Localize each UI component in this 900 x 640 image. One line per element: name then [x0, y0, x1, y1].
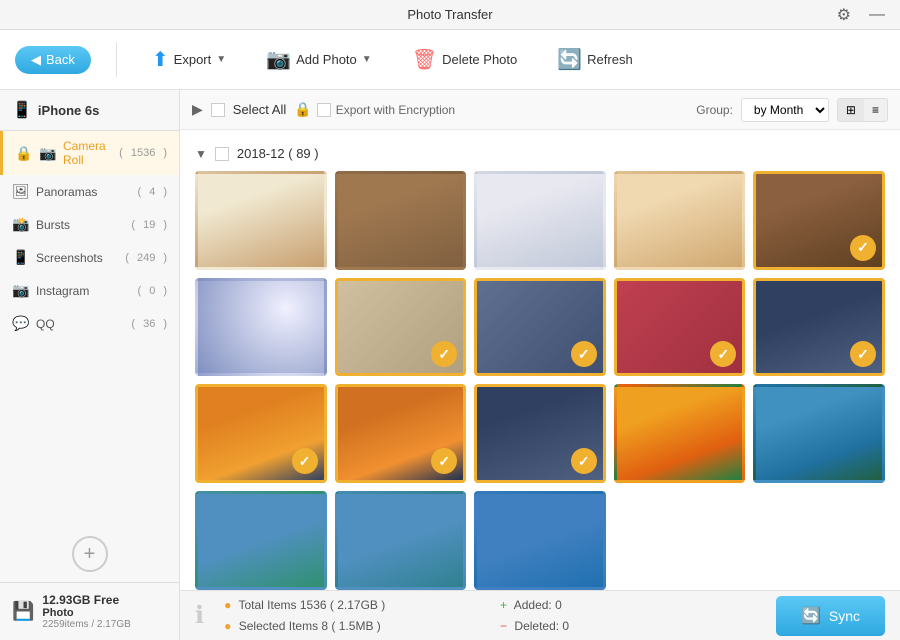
export-icon: ⬆	[152, 47, 169, 72]
toolbar: ◀ Back ⬆ Export ▼ 📷 Add Photo ▼ 🗑 Delete…	[0, 30, 900, 90]
device-icon: 📱	[12, 100, 32, 120]
add-photo-button[interactable]: 📷 Add Photo ▼	[256, 42, 382, 77]
total-dot: ●	[224, 598, 231, 612]
export-button[interactable]: ⬆ Export ▼	[142, 42, 236, 77]
photo-cell-12[interactable]: ✓	[335, 384, 467, 483]
photo-cell-5[interactable]: ✓	[753, 171, 885, 270]
photo-cell-18[interactable]	[474, 491, 606, 590]
photo-area: ▶ Select All 🔒 Export with Encryption Gr…	[180, 90, 900, 640]
photo-check-7: ✓	[431, 341, 457, 367]
selected-dot: ●	[224, 619, 231, 633]
collapse-button[interactable]: ▶	[192, 101, 203, 118]
added-dot: +	[500, 598, 507, 612]
photo-cell-6[interactable]	[195, 278, 327, 377]
qq-icon: 💬	[12, 315, 28, 332]
photo-cell-17[interactable]	[335, 491, 467, 590]
device-name: 📱 iPhone 6s	[0, 90, 179, 131]
group-title: 2018-12 ( 89 )	[237, 146, 319, 161]
app-title: Photo Transfer	[303, 7, 596, 22]
camera-icon: 📷	[39, 145, 55, 162]
storage-info: 💾 12.93GB Free Photo 2259items / 2.17GB	[0, 582, 179, 640]
refresh-button[interactable]: 🔄 Refresh	[547, 42, 642, 77]
photo-group-header: ▼ 2018-12 ( 89 )	[195, 140, 885, 171]
grid-view-button[interactable]: ⊞	[838, 99, 864, 121]
camera-roll-icon: 🔒	[15, 145, 31, 162]
photo-check-11: ✓	[292, 448, 318, 474]
photo-cell-16[interactable]	[195, 491, 327, 590]
sidebar-item-camera-roll[interactable]: 🔒 📷 Camera Roll (1536)	[0, 131, 179, 175]
main-content: 📱 iPhone 6s 🔒 📷 Camera Roll (1536) 🖼 Pan…	[0, 90, 900, 640]
sidebar-item-qq[interactable]: 💬 QQ (36)	[0, 307, 179, 340]
refresh-icon: 🔄	[557, 47, 582, 72]
photo-check-13: ✓	[571, 448, 597, 474]
added-label: Added: 0	[514, 598, 562, 612]
sidebar-item-panoramas[interactable]: 🖼 Panoramas (4)	[0, 175, 179, 208]
photo-cell-15[interactable]	[753, 384, 885, 483]
photo-content[interactable]: ▼ 2018-12 ( 89 ) ✓ ✓ ✓ ✓ ✓ ✓ ✓ ✓	[180, 130, 900, 590]
add-dropdown-arrow: ▼	[362, 54, 372, 65]
sidebar-item-instagram[interactable]: 📷 Instagram (0)	[0, 274, 179, 307]
view-toggle: ⊞ ≡	[837, 98, 888, 122]
photo-check-9: ✓	[710, 341, 736, 367]
deleted-dot: −	[500, 619, 507, 633]
back-arrow-icon: ◀	[31, 52, 41, 68]
photo-check-8: ✓	[571, 341, 597, 367]
photo-check-5: ✓	[850, 235, 876, 261]
export-dropdown-arrow: ▼	[216, 54, 226, 65]
toolbar-separator	[116, 42, 117, 77]
selected-items-label: Selected Items 8 ( 1.5MB )	[239, 619, 381, 633]
delete-photo-button[interactable]: 🗑 Delete Photo	[402, 42, 528, 77]
photo-cell-11[interactable]: ✓	[195, 384, 327, 483]
photo-cell-1[interactable]	[195, 171, 327, 270]
back-button[interactable]: ◀ Back	[15, 46, 91, 74]
group-select[interactable]: by Month by Day by Year	[741, 98, 829, 122]
select-all-label[interactable]: Select All	[233, 102, 286, 117]
photo-check-10: ✓	[850, 341, 876, 367]
encrypt-checkbox[interactable]	[317, 103, 331, 117]
photo-cell-4[interactable]	[614, 171, 746, 270]
photo-cell-7[interactable]: ✓	[335, 278, 467, 377]
sync-icon: 🔄	[801, 606, 821, 626]
lock-icon: 🔒	[294, 101, 311, 118]
sidebar-items: 🔒 📷 Camera Roll (1536) 🖼 Panoramas (4) 📸…	[0, 131, 179, 526]
status-changes: + Added: 0 − Deleted: 0	[500, 595, 756, 636]
sidebar-item-screenshots[interactable]: 📱 Screenshots (249)	[0, 241, 179, 274]
photo-cell-2[interactable]	[335, 171, 467, 270]
group-label: Group:	[696, 103, 733, 117]
status-bar: ℹ ● Total Items 1536 ( 2.17GB ) ● Select…	[180, 590, 900, 640]
group-checkbox[interactable]	[215, 147, 229, 161]
photo-cell-9[interactable]: ✓	[614, 278, 746, 377]
storage-icon: 💾	[12, 601, 34, 622]
title-bar: Photo Transfer ⚙ —	[0, 0, 900, 30]
minimize-button[interactable]: —	[864, 3, 890, 27]
deleted-label: Deleted: 0	[514, 619, 569, 633]
photo-cell-10[interactable]: ✓	[753, 278, 885, 377]
status-text: ● Total Items 1536 ( 2.17GB ) ● Selected…	[224, 595, 480, 636]
delete-photo-icon: 🗑	[412, 47, 437, 72]
photo-check-12: ✓	[431, 448, 457, 474]
list-view-button[interactable]: ≡	[864, 99, 887, 121]
photo-cell-8[interactable]: ✓	[474, 278, 606, 377]
settings-button[interactable]: ⚙	[832, 3, 856, 27]
group-expand-button[interactable]: ▼	[195, 147, 207, 161]
photo-cell-13[interactable]: ✓	[474, 384, 606, 483]
photo-grid: ✓ ✓ ✓ ✓ ✓ ✓ ✓ ✓	[195, 171, 885, 590]
add-album-button[interactable]: +	[72, 536, 108, 572]
status-info-icon: ℹ	[195, 601, 204, 630]
instagram-icon: 📷	[12, 282, 28, 299]
bursts-icon: 📸	[12, 216, 28, 233]
sub-toolbar: ▶ Select All 🔒 Export with Encryption Gr…	[180, 90, 900, 130]
add-photo-icon: 📷	[266, 47, 291, 72]
export-encrypt-button[interactable]: 🔒 Export with Encryption	[294, 101, 455, 118]
sidebar: 📱 iPhone 6s 🔒 📷 Camera Roll (1536) 🖼 Pan…	[0, 90, 180, 640]
panoramas-icon: 🖼	[12, 183, 28, 200]
total-items-label: Total Items 1536 ( 2.17GB )	[239, 598, 386, 612]
photo-cell-3[interactable]	[474, 171, 606, 270]
photo-cell-14[interactable]	[614, 384, 746, 483]
select-all-checkbox[interactable]	[211, 103, 225, 117]
sync-button[interactable]: 🔄 Sync	[776, 596, 885, 636]
sidebar-item-bursts[interactable]: 📸 Bursts (19)	[0, 208, 179, 241]
screenshots-icon: 📱	[12, 249, 28, 266]
